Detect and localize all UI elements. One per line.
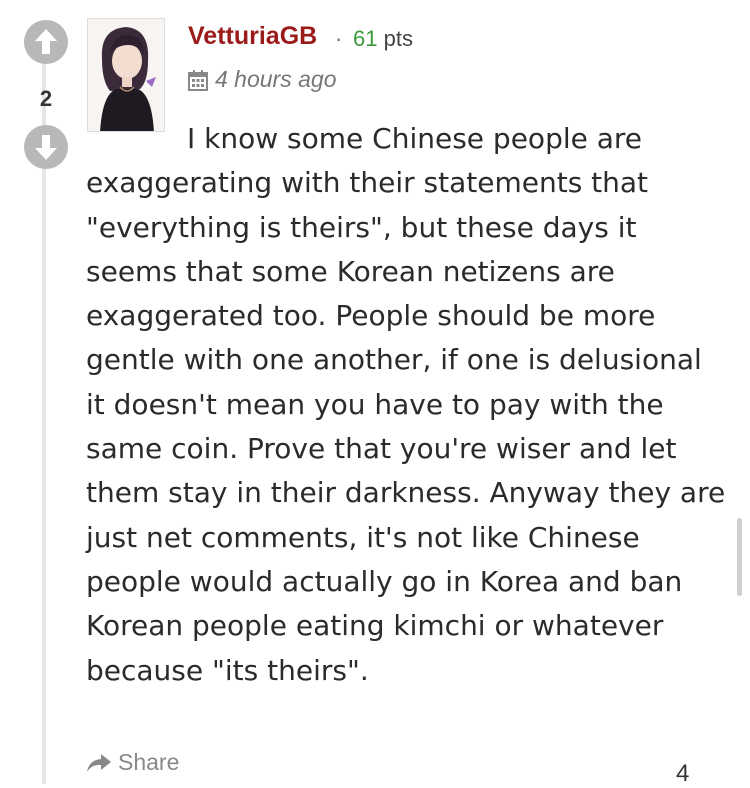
calendar-icon bbox=[188, 69, 208, 91]
vote-score: 2 bbox=[39, 86, 53, 111]
timestamp-text: 4 hours ago bbox=[215, 66, 337, 92]
user-points: 61 pts bbox=[353, 26, 413, 52]
scrollbar-thumb[interactable] bbox=[737, 518, 742, 596]
comment-text: I know some Chinese people are exaggerat… bbox=[86, 122, 726, 687]
points-label: pts bbox=[383, 26, 413, 51]
arrow-down-icon bbox=[35, 135, 57, 160]
points-value: 61 bbox=[353, 26, 378, 51]
comment-timestamp: 4 hours ago bbox=[188, 66, 336, 93]
share-label: Share bbox=[118, 749, 180, 775]
upvote-button[interactable] bbox=[24, 20, 68, 64]
username-link[interactable]: VetturiaGB bbox=[188, 22, 317, 51]
comment-text-block: I know some Chinese people are exaggerat… bbox=[86, 117, 726, 693]
arrow-up-icon bbox=[35, 29, 57, 54]
meta-separator: · bbox=[335, 26, 343, 51]
share-button[interactable]: Share bbox=[86, 749, 179, 776]
avatar[interactable] bbox=[87, 18, 165, 132]
downvote-button[interactable] bbox=[24, 125, 68, 169]
share-arrow-icon bbox=[87, 753, 111, 772]
avatar-image bbox=[88, 19, 164, 131]
